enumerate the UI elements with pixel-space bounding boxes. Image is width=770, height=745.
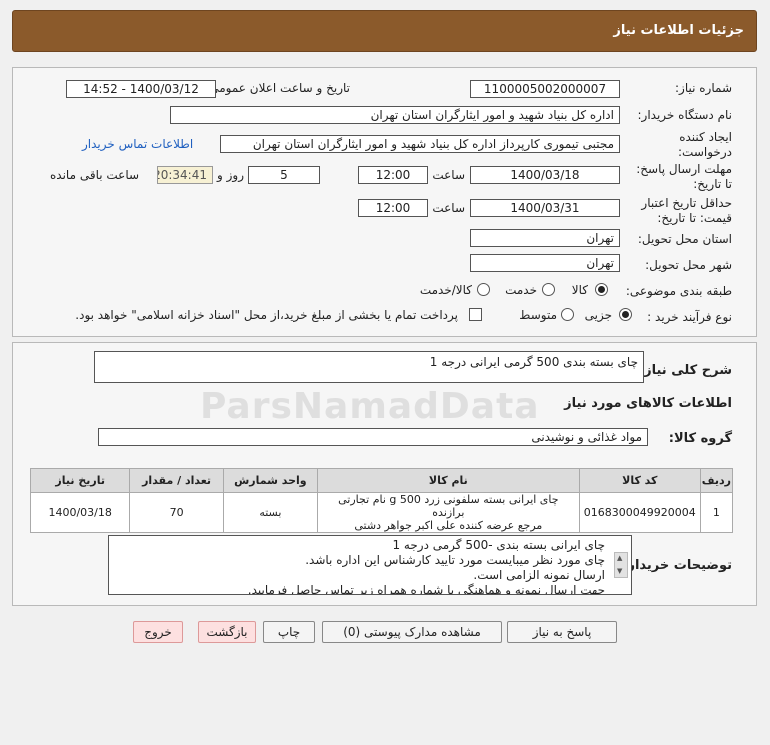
table-row: 1 0168300049920004 چای ایرانی بسته سلفون… bbox=[29, 492, 734, 533]
payment-note: پرداخت تمام یا بخشی از مبلغ خرید،از محل … bbox=[75, 308, 458, 322]
process-radio-minor[interactable] bbox=[619, 308, 632, 321]
page-title: جزئیات اطلاعات نیاز bbox=[613, 23, 744, 38]
city-label: شهر محل تحویل: bbox=[645, 258, 732, 272]
days-label: روز و bbox=[217, 168, 244, 182]
buyer-desc-textarea[interactable]: چای ایرانی بسته بندی -500 گرمی درجه 1 چا… bbox=[108, 535, 632, 595]
col-index: ردیف bbox=[699, 468, 734, 493]
remaining-label: ساعت باقی مانده bbox=[50, 168, 140, 182]
buyer-desc-label: توضیحات خریدار: bbox=[622, 558, 732, 573]
process-option-medium: متوسط bbox=[519, 308, 557, 322]
buyer-org-label: نام دستگاه خریدار: bbox=[637, 108, 733, 122]
row-date: 1400/03/18 bbox=[29, 492, 131, 533]
watermark-text: ParsNamadData bbox=[200, 386, 540, 427]
category-label: طبقه بندی موضوعی: bbox=[625, 284, 732, 298]
need-number-field: 1100005002000007 bbox=[470, 80, 620, 98]
row-name: چای ایرانی بسته سلفونی زرد 500 g نام تجا… bbox=[316, 492, 580, 533]
row-name-line-1: چای ایرانی بسته سلفونی زرد 500 g نام تجا… bbox=[338, 493, 559, 519]
validity-label-1: حداقل تاریخ اعتبار bbox=[641, 196, 732, 210]
desc-line-1: چای ایرانی بسته بندی -500 گرمی درجه 1 bbox=[392, 538, 605, 552]
need-number-label: شماره نیاز: bbox=[675, 81, 732, 95]
print-button[interactable]: چاپ bbox=[263, 621, 315, 643]
page-header: جزئیات اطلاعات نیاز bbox=[12, 10, 757, 52]
desc-line-4: جهت ارسال نمونه و هماهنگی با شماره همراه… bbox=[247, 583, 605, 595]
deadline-time-label: ساعت bbox=[432, 168, 465, 182]
desc-line-2: چای مورد نظر میبایست مورد تایید کارشناس … bbox=[305, 553, 605, 567]
col-name: نام کالا bbox=[316, 468, 580, 493]
category-option-service: خدمت bbox=[505, 283, 537, 297]
back-button[interactable]: بازگشت bbox=[198, 621, 256, 643]
creator-label-1: ایجاد کننده bbox=[679, 130, 732, 144]
col-code: کد کالا bbox=[578, 468, 701, 493]
process-option-minor: جزیی bbox=[584, 308, 612, 322]
days-field: 5 bbox=[248, 166, 320, 184]
city-field: تهران bbox=[470, 254, 620, 272]
col-unit: واحد شمارش bbox=[222, 468, 318, 493]
creator-label-2: درخواست: bbox=[678, 145, 732, 159]
col-qty: تعداد / مقدار bbox=[129, 468, 224, 493]
category-option-both: کالا/خدمت bbox=[419, 283, 472, 297]
creator-field: مجتبی تیموری کارپرداز اداره کل بنیاد شهی… bbox=[220, 135, 620, 153]
goods-section-title: اطلاعات کالاهای مورد نیاز bbox=[564, 396, 732, 411]
goods-group-field: مواد غذائی و نوشیدنی bbox=[98, 428, 648, 446]
validity-time-field: 12:00 bbox=[358, 199, 428, 217]
attachments-button[interactable]: مشاهده مدارک پیوستی (0) bbox=[322, 621, 502, 643]
announce-label: تاریخ و ساعت اعلان عمومی: bbox=[205, 81, 350, 95]
remaining-time-field: 20:34:41 bbox=[157, 166, 213, 184]
goods-table: ردیف کد کالا نام کالا واحد شمارش تعداد /… bbox=[29, 468, 734, 533]
goods-group-label: گروه کالا: bbox=[668, 431, 732, 446]
deadline-time-field: 12:00 bbox=[358, 166, 428, 184]
process-radio-medium[interactable] bbox=[561, 308, 574, 321]
exit-button[interactable]: خروج bbox=[133, 621, 183, 643]
reply-button[interactable]: پاسخ به نیاز bbox=[507, 621, 617, 643]
row-qty: 70 bbox=[129, 492, 224, 533]
announce-field: 1400/03/12 - 14:52 bbox=[66, 80, 216, 98]
province-field: تهران bbox=[470, 229, 620, 247]
process-label: نوع فرآیند خرید : bbox=[647, 310, 732, 324]
desc-scrollbar[interactable]: ▲ ▼ bbox=[614, 552, 628, 578]
buyer-contact-link[interactable]: اطلاعات تماس خریدار bbox=[82, 137, 193, 151]
treasury-payment-checkbox[interactable] bbox=[469, 308, 482, 321]
buyer-org-field: اداره کل بنیاد شهید و امور ایثارگران است… bbox=[170, 106, 620, 124]
validity-label-2: قیمت: تا تاریخ: bbox=[657, 211, 732, 225]
category-radio-both[interactable] bbox=[477, 283, 490, 296]
category-option-goods: کالا bbox=[571, 283, 588, 297]
scroll-up-icon[interactable]: ▲ bbox=[617, 554, 622, 562]
deadline-label-2: تا تاریخ: bbox=[693, 177, 732, 191]
deadline-date-field: 1400/03/18 bbox=[470, 166, 620, 184]
row-index: 1 bbox=[699, 492, 734, 533]
row-name-line-2: مرجع عرضه کننده علی اکبر جواهر دشتی bbox=[354, 519, 543, 532]
summary-field: چای بسته بندی 500 گرمی ایرانی درجه 1 bbox=[94, 351, 644, 383]
summary-label: شرح کلی نیاز: bbox=[638, 363, 732, 378]
row-unit: بسته bbox=[222, 492, 318, 533]
row-code: 0168300049920004 bbox=[578, 492, 701, 533]
validity-date-field: 1400/03/31 bbox=[470, 199, 620, 217]
category-radio-service[interactable] bbox=[542, 283, 555, 296]
validity-time-label: ساعت bbox=[432, 201, 465, 215]
col-date: تاریخ نیاز bbox=[29, 468, 131, 493]
deadline-label-1: مهلت ارسال پاسخ: bbox=[636, 162, 732, 176]
desc-line-3: ارسال نمونه الزامی است. bbox=[473, 568, 605, 582]
category-radio-goods[interactable] bbox=[595, 283, 608, 296]
scroll-down-icon[interactable]: ▼ bbox=[617, 567, 622, 575]
province-label: استان محل تحویل: bbox=[637, 232, 732, 246]
summary-text: چای بسته بندی 500 گرمی ایرانی درجه 1 bbox=[429, 355, 638, 369]
goods-table-header: ردیف کد کالا نام کالا واحد شمارش تعداد /… bbox=[29, 468, 734, 493]
